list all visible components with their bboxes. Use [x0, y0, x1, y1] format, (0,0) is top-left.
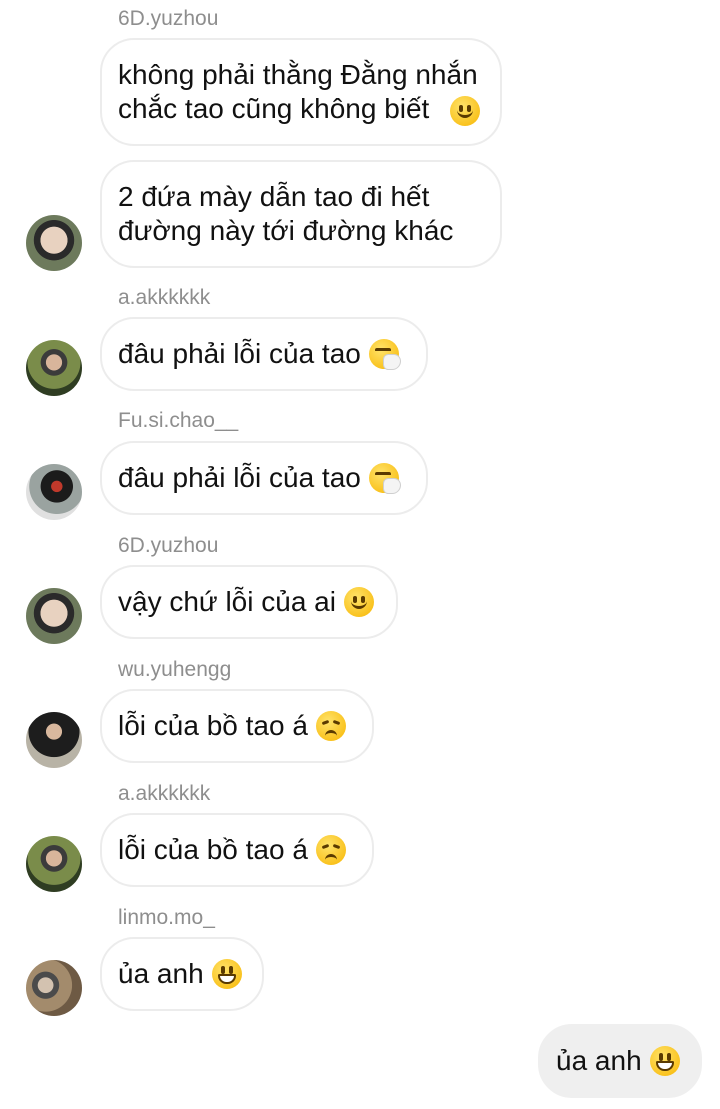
message-text: ủa anh	[118, 958, 204, 989]
sender-name: linmo.mo_	[118, 906, 215, 929]
message-text: đâu phải lỗi của tao	[118, 338, 361, 369]
grinning-face-icon	[211, 959, 242, 989]
avatar[interactable]	[26, 340, 82, 396]
outgoing-message-bubble[interactable]: ủa anh	[538, 1024, 702, 1098]
sneezing-face-icon	[368, 463, 401, 494]
message-text: không phải thằng Đằng nhắn chắc tao cũng…	[118, 59, 478, 124]
message-bubble[interactable]: không phải thằng Đằng nhắn chắc tao cũng…	[100, 38, 502, 146]
sender-name: a.akkkkkk	[118, 286, 211, 309]
message-text: 2 đứa mày dẫn tao đi hết đường này tới đ…	[118, 181, 454, 246]
avatar[interactable]	[26, 836, 82, 892]
message-bubble[interactable]: ủa anh	[100, 937, 264, 1011]
message-text: vậy chứ lỗi của ai	[118, 586, 336, 617]
message-text: ủa anh	[556, 1045, 642, 1076]
avatar[interactable]	[26, 960, 82, 1016]
message-bubble[interactable]: 2 đứa mày dẫn tao đi hết đường này tới đ…	[100, 160, 502, 268]
sender-name: wu.yuhengg	[118, 658, 232, 681]
sneezing-face-icon	[368, 339, 401, 370]
message-text: lỗi của bồ tao á	[118, 710, 308, 741]
sender-name: 6D.yuzhou	[118, 7, 219, 30]
avatar[interactable]	[26, 464, 82, 520]
disappointed-face-icon	[315, 711, 346, 741]
avatar[interactable]	[26, 588, 82, 644]
message-bubble[interactable]: đâu phải lỗi của tao	[100, 317, 428, 391]
sender-name: Fu.si.chao__	[118, 409, 239, 432]
message-bubble[interactable]: lỗi của bồ tao á	[100, 689, 374, 763]
avatar[interactable]	[26, 215, 82, 271]
message-text: lỗi của bồ tao á	[118, 834, 308, 865]
disappointed-face-icon	[315, 835, 346, 865]
message-bubble[interactable]: đâu phải lỗi của tao	[100, 441, 428, 515]
sender-name: 6D.yuzhou	[118, 534, 219, 557]
sender-name: a.akkkkkk	[118, 782, 211, 805]
slightly-smiling-face-icon	[449, 96, 480, 126]
slightly-smiling-face-icon	[343, 587, 374, 617]
message-bubble[interactable]: vậy chứ lỗi của ai	[100, 565, 398, 639]
avatar[interactable]	[26, 712, 82, 768]
grinning-face-icon	[649, 1046, 680, 1076]
message-text: đâu phải lỗi của tao	[118, 462, 361, 493]
message-bubble[interactable]: lỗi của bồ tao á	[100, 813, 374, 887]
